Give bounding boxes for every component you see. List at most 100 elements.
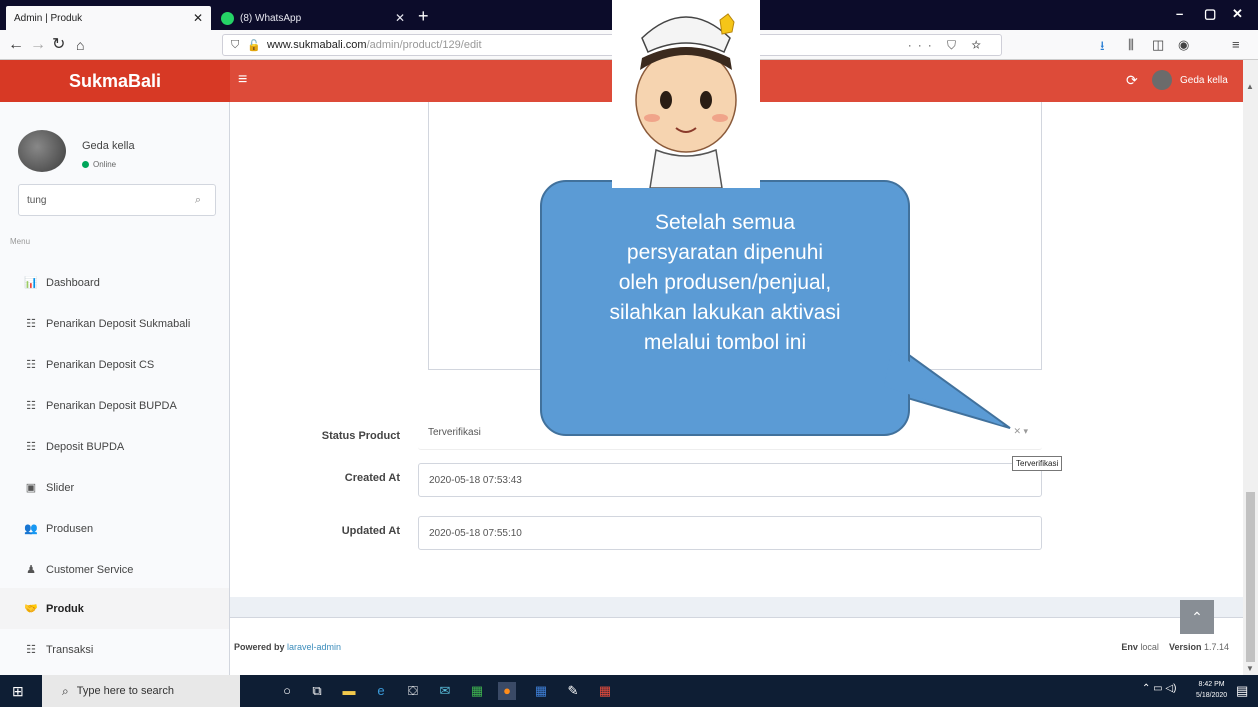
url-actions[interactable]: ··· ⛉ ☆ [908,38,987,53]
sidebar-item-customer-service[interactable]: ♟ Customer Service [0,549,229,590]
sidebar-item-label: Penarikan Deposit CS [46,358,155,371]
excel-icon[interactable]: ▦ [468,682,486,700]
user-status: Online [82,160,116,169]
forward-icon[interactable]: → [30,35,46,55]
taskbar-clock[interactable]: 8:42 PM 5/18/2020 [1196,679,1227,701]
taskbar-search-placeholder: Type here to search [76,685,174,697]
close-window-icon[interactable]: ✕ [1232,6,1243,22]
sidebar-item-label: Slider [46,481,75,494]
sidebar-item-label: Penarikan Deposit BUPDA [46,399,177,412]
sidebar-item-label: Deposit BUPDA [46,440,125,453]
footer-version: Env local Version 1.7.14 [1121,642,1229,652]
chevron-down-icon[interactable]: ✕ ▾ [1013,426,1028,437]
new-tab-button[interactable]: + [418,6,429,26]
sidebar-item-label: Penarikan Deposit Sukmabali [46,317,191,330]
taskbar-search-input[interactable]: ⌕ Type here to search [42,675,240,707]
page-footer: Powered by laravel-admin Env local Versi… [230,617,1243,675]
close-tab-icon[interactable]: ✕ [395,11,405,25]
download-icon[interactable]: ⭳ [1100,37,1105,59]
notification-icon[interactable]: ▤ [1236,683,1248,699]
back-icon[interactable]: ← [8,35,24,55]
menu-header: Menu [10,237,31,246]
user-avatar [18,130,66,172]
instruction-callout: Setelah semua persyaratan dipenuhi oleh … [540,180,910,436]
scrollbar-thumb[interactable] [1246,492,1255,662]
windows-taskbar: ⊞ ⌕ Type here to search ○ ⧉ ▬ e ⛋ ✉ ▦ ● … [0,675,1258,707]
version-value: 1.7.14 [1203,642,1229,652]
updated-at-field[interactable]: 2020-05-18 07:55:10 [418,516,1042,550]
sidebar-item-dashboard[interactable]: 📊 Dashboard [0,262,229,303]
file-explorer-icon[interactable]: ▬ [340,682,358,700]
powerpoint-icon[interactable]: ▦ [596,682,614,700]
balinese-boy-illustration [612,0,760,188]
sidebar-search-input[interactable]: tung ⌕ [18,184,216,216]
cortana-icon[interactable]: ○ [278,682,296,700]
firefox-icon[interactable]: ● [498,682,516,700]
sidebar-item-penarikan-bupda[interactable]: ☷ Penarikan Deposit BUPDA [0,385,229,426]
chevron-up-icon: ⌃ [1191,608,1203,625]
handshake-icon: 🤝 [24,603,38,615]
sidebar-item-produk[interactable]: 🤝 Produk [0,588,229,629]
created-at-label: Created At [344,472,400,484]
refresh-icon[interactable]: ⟳ [1126,72,1138,89]
user-icon: ♟ [26,564,36,576]
search-icon[interactable]: ⌕ [195,194,201,207]
url-path: /admin/product/129/edit [366,39,482,51]
store-icon[interactable]: ⛋ [404,682,422,700]
close-tab-icon[interactable]: ✕ [193,11,203,25]
sidebar-item-slider[interactable]: ▣ Slider [0,467,229,508]
tab-title: (8) WhatsApp [240,12,302,24]
sidebar-item-produsen[interactable]: 👥 Produsen [0,508,229,549]
reload-icon[interactable]: ↻ [52,35,65,55]
windows-start-icon[interactable]: ⊞ [12,683,24,700]
list-icon: ☷ [26,644,36,656]
user-status-text: Online [93,160,117,169]
callout-line: oleh produsen/penjual, [618,271,832,294]
sidebar-toggle-icon[interactable]: ≡ [238,71,247,89]
menu-icon[interactable]: ≡ [1232,37,1240,52]
sidebar-item-label: Customer Service [46,563,134,576]
home-icon[interactable]: ⌂ [76,35,84,55]
page-scrollbar[interactable]: ▲ ▼ [1243,60,1258,675]
avatar [1152,70,1172,90]
scroll-down-icon[interactable]: ▼ [1246,664,1254,673]
sidebar-search-value: tung [27,194,47,206]
edge-icon[interactable]: e [372,682,390,700]
sidebar-item-label: Produsen [46,522,94,535]
callout-line: persyaratan dipenuhi [626,241,824,264]
callout-line: silahkan lakukan aktivasi [609,301,841,324]
mail-icon[interactable]: ✉ [436,682,454,700]
back-to-top-button[interactable]: ⌃ [1180,600,1214,634]
laravel-admin-link[interactable]: laravel-admin [287,642,341,652]
powered-prefix: Powered by [234,642,285,652]
env-label: Env [1121,642,1138,652]
sidebar-icon[interactable]: ◫ [1152,37,1164,53]
online-dot-icon [82,161,89,168]
created-at-field[interactable]: 2020-05-18 07:53:43 [418,463,1042,497]
clock-date: 5/18/2020 [1196,692,1228,699]
paint-icon[interactable]: ✎ [564,682,582,700]
sidebar-item-penarikan-cs[interactable]: ☷ Penarikan Deposit CS [0,344,229,385]
tab-whatsapp[interactable]: (8) WhatsApp ✕ [213,6,413,30]
sidebar-item-penarikan-sukmabali[interactable]: ☷ Penarikan Deposit Sukmabali [0,303,229,344]
insecure-lock-icon: 🔓 [247,39,261,52]
callout-line: melalui tombol ini [643,331,807,354]
sidebar-item-deposit-bupda[interactable]: ☷ Deposit BUPDA [0,426,229,467]
account-icon[interactable]: ◉ [1178,37,1189,53]
version-label: Version [1168,642,1202,652]
library-icon[interactable]: ⫼ [1128,37,1134,53]
sidebar-user-name: Geda kella [82,140,135,152]
sidebar-item-transaksi[interactable]: ☷ Transaksi [0,629,229,670]
header-user-menu[interactable]: Geda kella [1152,70,1228,90]
brand-logo[interactable]: SukmaBali [0,60,230,102]
bar-chart-icon: 📊 [24,277,38,289]
word-icon[interactable]: ▦ [532,682,550,700]
header-user-name: Geda kella [1180,74,1228,86]
maximize-icon[interactable]: ▢ [1204,6,1216,22]
scroll-up-icon[interactable]: ▲ [1246,82,1254,91]
minimize-icon[interactable]: – [1176,6,1183,21]
tab-admin-produk[interactable]: Admin | Produk ✕ [6,6,211,30]
updated-at-label: Updated At [341,525,400,537]
system-tray-icons[interactable]: ⌃ ▭ ◁) [1142,683,1176,694]
task-view-icon[interactable]: ⧉ [308,682,326,700]
